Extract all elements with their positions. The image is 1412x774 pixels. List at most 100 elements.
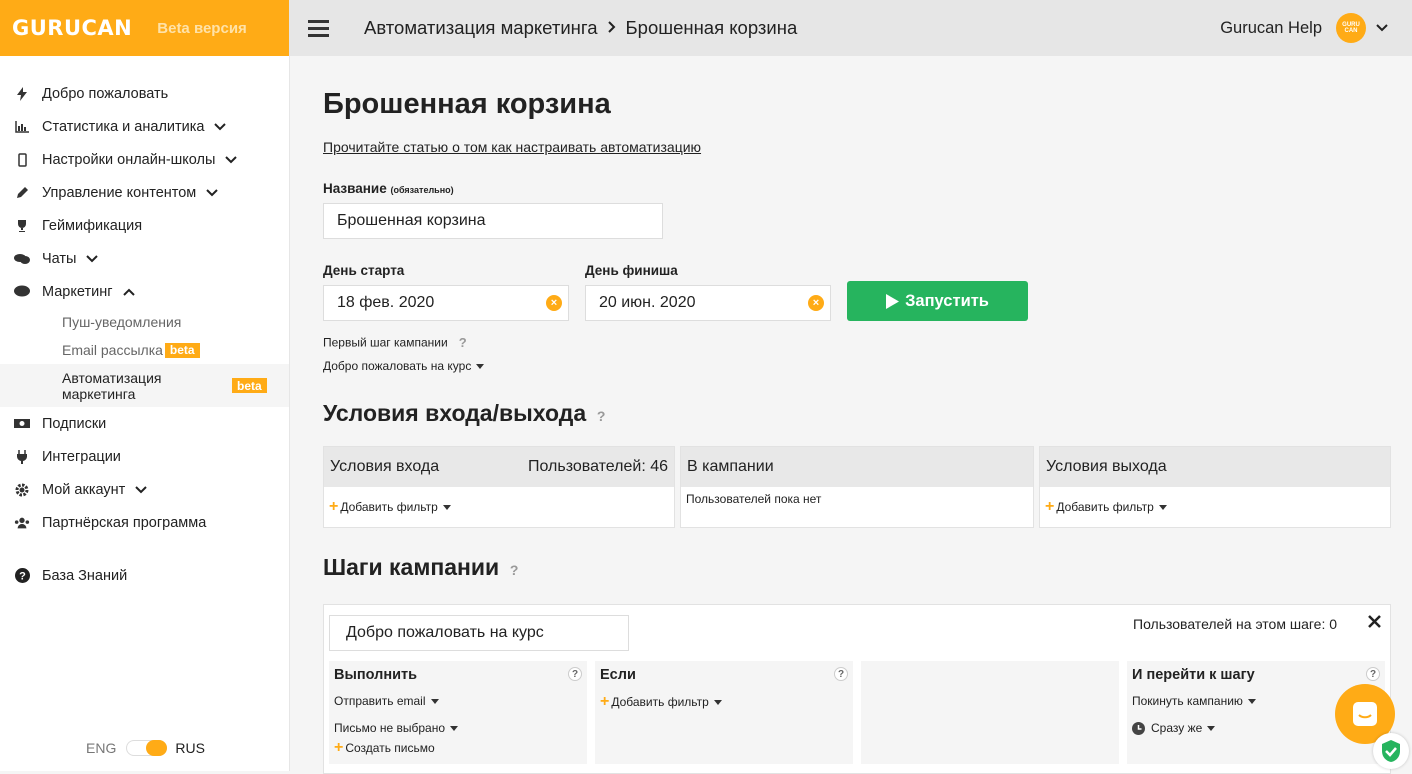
clock-icon [1132,721,1145,735]
sidebar-item-partner[interactable]: Партнёрская программа [0,506,289,539]
sidebar-subitem-label: Email рассылка [62,342,163,358]
clear-end-icon[interactable]: × [808,295,824,311]
run-button-label: Запустить [905,291,989,310]
chevron-up-icon [122,288,135,296]
clear-start-icon[interactable]: × [546,295,562,311]
sidebar-item-marketing[interactable]: Маркетинг [0,275,289,308]
lang-rus[interactable]: RUS [175,740,205,756]
help-link[interactable]: Gurucan Help [1220,19,1322,38]
money-icon [14,416,30,432]
add-filter-entry[interactable]: + Добавить фильтр [324,487,674,527]
entry-users-count: Пользователей: 46 [527,458,668,475]
sidebar-item-label: База Знаний [42,567,128,584]
do-action-value: Отправить email [334,694,426,708]
sidebar-item-gamification[interactable]: Геймификация [0,209,289,242]
sidebar-subitem-label: Автоматизация маркетинга [62,369,162,402]
exit-conditions-panel: Условия выхода + Добавить фильтр [1039,446,1391,528]
help-icon[interactable]: ? [1366,667,1380,681]
empty-column [861,661,1119,764]
name-input[interactable]: Брошенная корзина [323,203,663,239]
do-column: Выполнить? Отправить email Письмо не выб… [329,661,587,764]
end-date-input[interactable]: 20 июн. 2020 [585,285,831,321]
breadcrumb-parent[interactable]: Автоматизация маркетинга [364,17,598,39]
sidebar-item-stats[interactable]: Статистика и аналитика [0,110,289,143]
chevron-down-icon [135,485,148,494]
goto-title: И перейти к шагу? [1132,667,1380,683]
exit-title: Условия выхода [1046,458,1167,475]
close-icon[interactable] [1368,615,1381,633]
plus-icon: + [334,739,344,756]
sidebar-item-subscriptions[interactable]: Подписки [0,407,289,440]
goto-title-text: И перейти к шагу [1132,667,1255,683]
entry-conditions-panel: Условия входа Пользователей: 46 + Добавить… [323,446,675,528]
help-icon[interactable]: ? [568,667,582,681]
add-filter-if[interactable]: + Добавить фильтр [600,693,848,711]
security-shield-icon[interactable] [1373,733,1409,769]
conditions-title: Условия входа/выхода [323,400,587,426]
steps-title: Шаги кампании [323,554,500,580]
brand-bar: GURUCAN Beta версия [0,0,289,56]
sidebar-item-account[interactable]: Мой аккаунт [0,473,289,506]
sidebar-item-welcome[interactable]: Добро пожаловать [0,77,289,110]
in-campaign-title: В кампании [687,458,774,475]
help-icon[interactable]: ? [594,408,608,424]
avatar[interactable]: GURU CAN [1336,13,1366,43]
sidebar-item-school-settings[interactable]: Настройки онлайн-школы [0,143,289,176]
add-filter-label: Добавить фильтр [1056,500,1154,514]
logo[interactable]: GURUCAN [12,16,132,40]
breadcrumb-current: Брошенная корзина [625,17,798,38]
sidebar-item-knowledge-base[interactable]: ? База Знаний [0,559,289,592]
if-column: Если? + Добавить фильтр [595,661,853,764]
question-circle-icon: ? [14,568,30,584]
step-users-count: Пользователей на этом шаге: 0 [1133,616,1338,632]
letter-value: Письмо не выбрано [334,721,445,735]
plug-icon [14,449,30,465]
sidebar-subitem-push[interactable]: Пуш-уведомления [0,308,289,336]
add-filter-exit[interactable]: + Добавить фильтр [1040,487,1390,527]
language-switch: ENG RUS [86,740,205,756]
sidebar-item-chats[interactable]: Чаты [0,242,289,275]
first-step-select[interactable]: Добро пожаловать на курс [323,359,485,373]
sidebar-subitem-label: Пуш-уведомления [62,314,182,330]
help-icon[interactable]: ? [456,335,470,350]
sidebar-item-label: Настройки онлайн-школы [42,151,216,168]
sidebar-item-integrations[interactable]: Интеграции [0,440,289,473]
create-letter-link[interactable]: + Создать письмо [334,739,582,757]
sidebar-subitem-automation[interactable]: Автоматизация маркетинга beta [0,364,289,407]
language-toggle[interactable] [126,740,168,756]
comments-icon [14,251,30,267]
help-icon[interactable]: ? [507,562,521,578]
name-label-text: Название [323,181,387,196]
users-icon [14,515,30,531]
first-step-label: Первый шаг кампании? [323,335,470,350]
letter-select[interactable]: Письмо не выбрано [334,721,582,735]
sidebar-item-label: Управление контентом [42,184,197,201]
run-button[interactable]: Запустить [847,281,1028,321]
menu-icon[interactable] [308,19,329,37]
sidebar-subitem-email[interactable]: Email рассылка beta [0,336,289,364]
caret-down-icon [476,364,485,370]
sidebar-nav: Добро пожаловать Статистика и аналитика … [0,56,289,592]
do-action-select[interactable]: Отправить email [334,694,582,708]
panel-header: В кампании [681,447,1033,487]
breadcrumb: Автоматизация маркетинга Брошенная корзи… [364,17,797,39]
if-title-text: Если [600,667,636,683]
chevron-down-icon[interactable] [1376,19,1388,37]
help-icon[interactable]: ? [834,667,848,681]
play-icon [886,293,900,309]
sidebar-item-label: Партнёрская программа [42,514,207,531]
lang-eng[interactable]: ENG [86,740,116,756]
conditions-heading: Условия входа/выхода? [323,400,608,427]
if-filter-label: Добавить фильтр [611,695,709,709]
article-link[interactable]: Прочитайте статью о том как настраивать … [323,139,701,155]
first-step-label-text: Первый шаг кампании [323,335,448,350]
do-title-text: Выполнить [334,667,418,683]
chevron-right-icon [607,20,616,37]
start-date-input[interactable]: 18 фев. 2020 [323,285,569,321]
sidebar-item-content[interactable]: Управление контентом [0,176,289,209]
gear-icon [14,482,30,498]
panel-header: Условия входа Пользователей: 46 [324,447,674,487]
first-step-value: Добро пожаловать на курс [323,359,472,373]
caret-down-icon [1158,505,1167,511]
step-name-input[interactable]: Добро пожаловать на курс [329,615,629,651]
